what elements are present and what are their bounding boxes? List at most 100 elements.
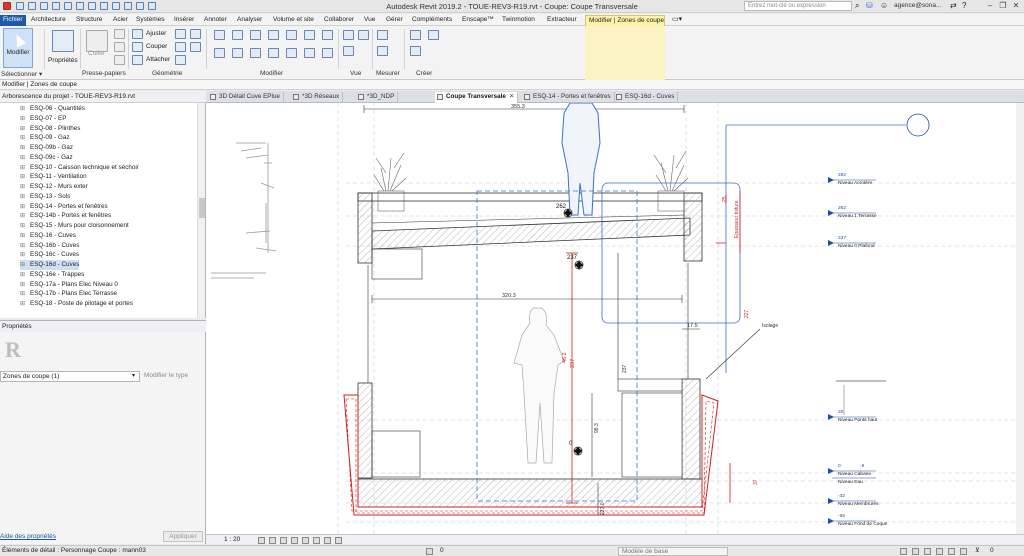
section-drawing[interactable]: 355.3 46.2 237 Epaisseur toiture 25 227 … — [206, 103, 1016, 534]
trim-icon[interactable] — [132, 29, 143, 39]
paint-icon[interactable] — [175, 55, 186, 65]
tab-fichier[interactable]: Fichier — [0, 15, 26, 26]
tab-architecture[interactable]: Architecture — [28, 15, 69, 26]
properties-help-link[interactable]: Aide des propriétés — [0, 533, 56, 540]
tab-acier[interactable]: Acier — [110, 15, 131, 26]
array-icon[interactable] — [286, 48, 297, 58]
split-face-icon[interactable] — [190, 29, 201, 39]
adjust-button[interactable]: Ajuster — [146, 30, 166, 37]
offset-icon[interactable] — [232, 30, 243, 40]
properties-icon[interactable] — [52, 30, 74, 52]
tab-structure[interactable]: Structure — [73, 15, 105, 26]
browser-item[interactable]: ⊞ ESQ-16c - Cuves — [20, 250, 79, 260]
browser-item[interactable]: ⊞ ESQ-16b - Cuves — [20, 241, 79, 251]
reveal-hidden-icon[interactable] — [335, 537, 342, 544]
view-scale[interactable]: 1 : 20 — [224, 535, 240, 545]
browser-item[interactable]: ⊞ ESQ-07 - EP — [20, 114, 66, 124]
mirror-draw-icon[interactable] — [268, 30, 279, 40]
view-tab-3d-reseaux[interactable]: *3D Réseaux — [291, 92, 344, 103]
browser-item[interactable]: ⊞ ESQ-16d - Cuves — [20, 260, 80, 270]
copy-element-icon[interactable] — [232, 48, 243, 58]
tab-gerer[interactable]: Gérer — [383, 15, 406, 26]
tab-analyser[interactable]: Analyser — [234, 15, 265, 26]
temporary-hide-icon[interactable] — [324, 537, 331, 544]
view-tab-esq-16d[interactable]: ESQ-16d - Cuves — [614, 92, 679, 103]
view-tab-esq-14[interactable]: ESQ-14 - Portes et fenêtres — [522, 92, 615, 103]
browser-scrollbar[interactable] — [197, 103, 205, 318]
select-underlay-icon[interactable] — [924, 548, 931, 555]
tab-volume-site[interactable]: Volume et site — [270, 15, 317, 26]
restore-icon[interactable]: ❐ — [998, 1, 1008, 11]
browser-item[interactable]: ⊞ ESQ-09b - Gaz — [20, 143, 73, 153]
sun-path-icon[interactable] — [280, 537, 287, 544]
browser-item[interactable]: ⊞ ESQ-14b - Portes et fenêtres — [20, 211, 111, 221]
trim-extend-icon[interactable] — [268, 48, 279, 58]
paste-icon[interactable] — [86, 30, 108, 52]
browser-item[interactable]: ⊞ ESQ-17a - Plans Elec Niveau 0 — [20, 280, 118, 290]
create-part-icon[interactable] — [410, 30, 421, 40]
exchange-icon[interactable]: ⇄ — [950, 1, 957, 10]
attach-button[interactable]: Attacher — [146, 56, 170, 63]
tab-modifier-zones-coupe[interactable]: Modifier | Zones de coupe — [585, 15, 665, 26]
chevron-down-icon[interactable]: ▾ — [132, 372, 135, 379]
editable-only-icon[interactable] — [900, 548, 907, 555]
demolish-icon[interactable] — [190, 42, 201, 52]
browser-item[interactable]: ⊞ ESQ-17b - Plans Elec Terrasse — [20, 289, 117, 299]
show-crop-icon[interactable] — [313, 537, 320, 544]
split-gap-icon[interactable] — [304, 30, 315, 40]
crop-view-icon[interactable] — [302, 537, 309, 544]
browser-item[interactable]: ⊞ ESQ-11 - Ventilation — [20, 172, 87, 182]
type-selector[interactable]: Zones de coupe (1) — [0, 371, 140, 382]
cart-icon[interactable]: ⛁ — [866, 1, 873, 10]
select-pinned-icon[interactable] — [936, 548, 943, 555]
cut-geometry-button[interactable]: Couper — [146, 43, 167, 50]
tab-extracteur[interactable]: Extracteur — [544, 15, 580, 26]
browser-item[interactable]: ⊞ ESQ-09 - Gaz — [20, 133, 70, 143]
dimension-icon[interactable] — [377, 30, 388, 40]
move-icon[interactable] — [214, 48, 225, 58]
rotate-icon[interactable] — [250, 48, 261, 58]
canvas-scrollbar[interactable] — [1016, 103, 1024, 534]
user-account[interactable]: agence@sona... — [894, 2, 941, 9]
browser-item[interactable]: ⊞ ESQ-15 - Murs pour cloisonnement — [20, 221, 129, 231]
browser-item[interactable]: ⊞ ESQ-06 - Quantités — [20, 104, 85, 114]
delete-icon[interactable] — [322, 48, 333, 58]
detail-level-icon[interactable] — [258, 537, 265, 544]
shadows-icon[interactable] — [291, 537, 298, 544]
tab-systemes[interactable]: Systèmes — [133, 15, 168, 26]
create-similar-icon[interactable] — [410, 46, 421, 56]
mirror-axis-icon[interactable] — [250, 30, 261, 40]
cut-icon[interactable] — [114, 29, 125, 39]
ribbon-toggle-icon[interactable]: ▭▾ — [672, 15, 682, 23]
user-icon[interactable]: ☺ — [880, 1, 888, 10]
wall-join-icon[interactable] — [175, 42, 186, 52]
minimize-icon[interactable]: – — [985, 1, 995, 11]
apply-button[interactable]: Appliquer — [163, 531, 203, 542]
tab-annoter[interactable]: Annoter — [201, 15, 230, 26]
hide-icon[interactable] — [343, 46, 354, 56]
align-icon[interactable] — [214, 30, 225, 40]
edit-type-button[interactable]: Modifier le type — [144, 372, 188, 379]
select-by-face-icon[interactable] — [948, 548, 955, 555]
join-icon[interactable] — [175, 29, 186, 39]
expand-icon[interactable]: ⊞ — [20, 300, 27, 310]
create-group-icon[interactable] — [428, 30, 439, 40]
search-input[interactable]: Entrez mot-clé ou expression — [744, 1, 852, 11]
split-icon[interactable] — [286, 30, 297, 40]
match-type-icon[interactable] — [114, 55, 125, 65]
browser-item[interactable]: ⊞ ESQ-08 - Plinthes — [20, 124, 80, 134]
view-reference-icon[interactable] — [906, 113, 930, 137]
tab-inserer[interactable]: Insérer — [171, 15, 197, 26]
browser-item[interactable]: ⊞ ESQ-14 - Portes et fenêtres — [20, 202, 108, 212]
close-icon[interactable]: ✕ — [1011, 1, 1021, 11]
view-tab-3d-detail-cuve[interactable]: 3D Détail Cuve EPlue — [208, 92, 284, 103]
scale-icon[interactable] — [304, 48, 315, 58]
browser-item[interactable]: ⊞ ESQ-18 - Poste de pilotage et portes — [20, 299, 133, 309]
drawing-canvas[interactable]: 355.3 46.2 237 Epaisseur toiture 25 227 … — [206, 103, 1016, 534]
tab-complements[interactable]: Compléments — [409, 15, 455, 26]
copy-icon[interactable] — [114, 42, 125, 52]
visual-style-icon[interactable] — [269, 537, 276, 544]
tab-twinmotion[interactable]: Twinmotion — [499, 15, 538, 26]
select-links-icon[interactable] — [912, 548, 919, 555]
browser-item[interactable]: ⊞ ESQ-10 - Caisson technique et séchoir — [20, 163, 139, 173]
